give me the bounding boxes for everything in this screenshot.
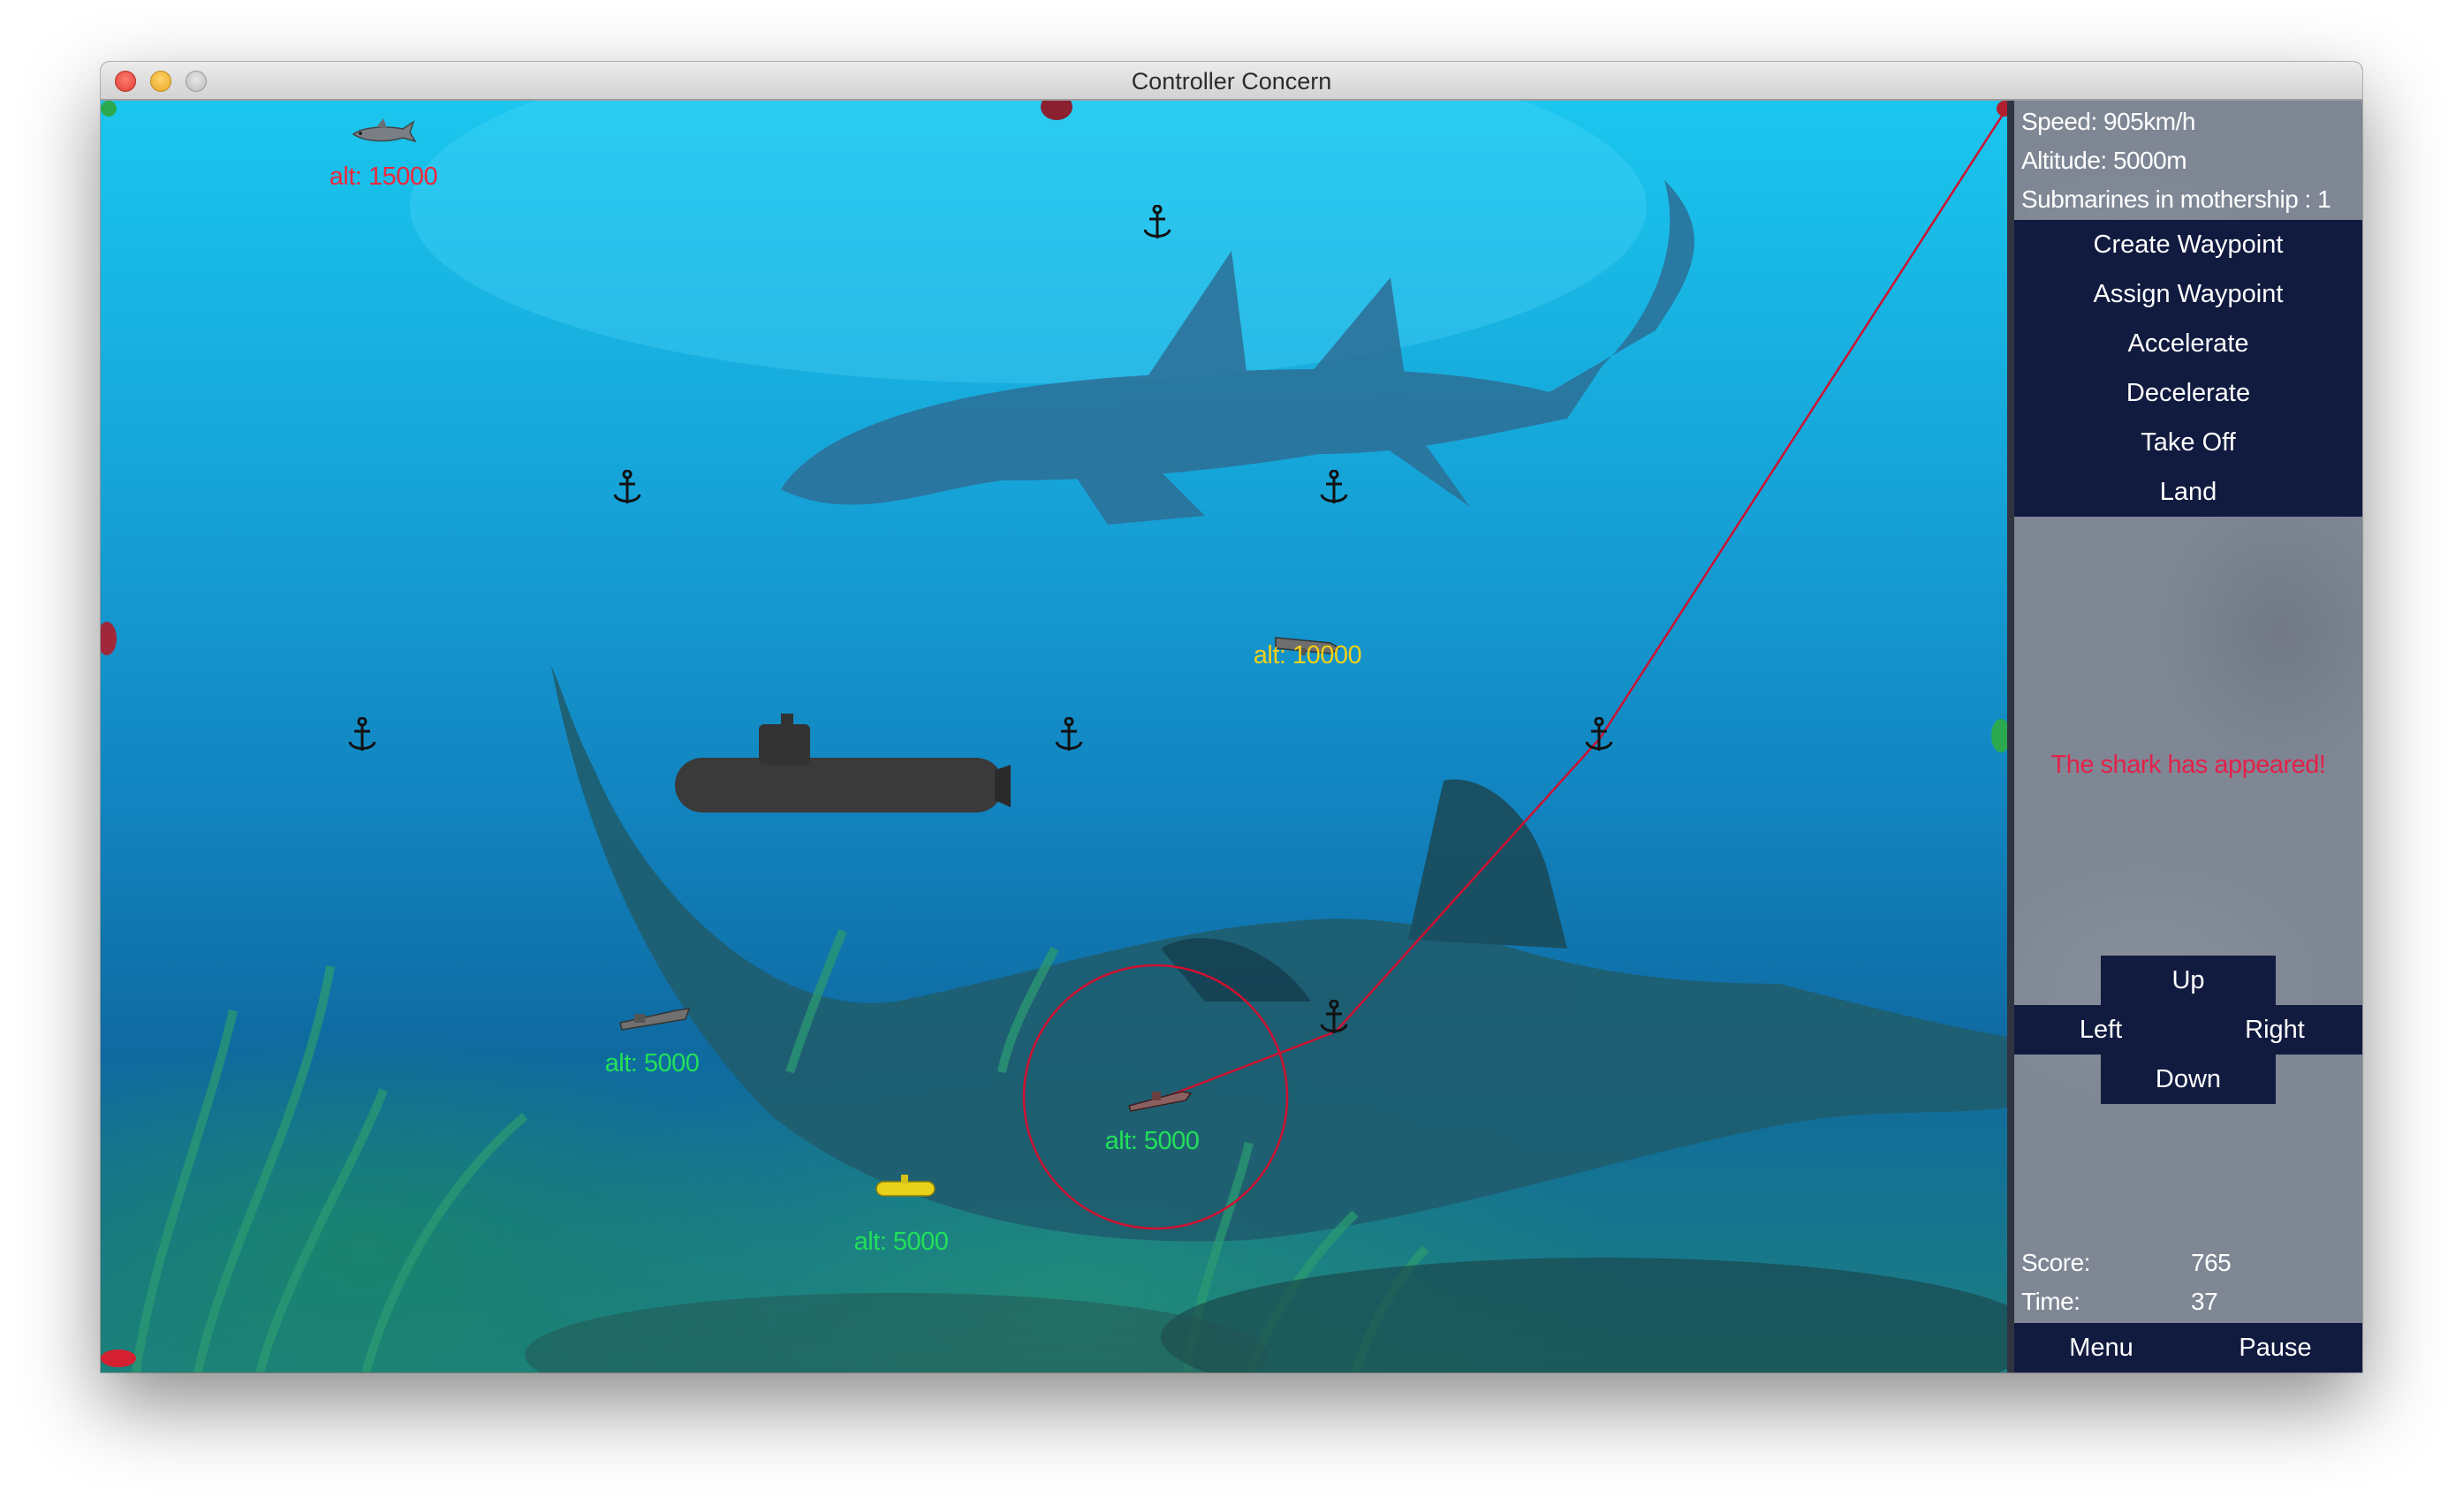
edge-marker: [101, 1349, 136, 1367]
edge-marker: [1997, 101, 2007, 117]
window-title: Controller Concern: [1131, 68, 1332, 94]
land-button[interactable]: Land: [2014, 467, 2362, 517]
bottom-bar: Menu Pause: [2014, 1323, 2362, 1372]
edge-marker: [1991, 719, 2007, 752]
up-button[interactable]: Up: [2101, 956, 2276, 1005]
unit-altitude-label: alt: 10000: [1253, 641, 1362, 669]
right-button[interactable]: Right: [2187, 1005, 2362, 1055]
selected-submarine-icon[interactable]: [1124, 1077, 1194, 1113]
unit-altitude-label: alt: 15000: [329, 163, 438, 191]
yellow-submarine-icon[interactable]: [873, 1171, 940, 1201]
pause-button[interactable]: Pause: [2188, 1323, 2362, 1372]
time-label: Time:: [2021, 1288, 2080, 1315]
unit-altitude-label: alt: 5000: [1104, 1127, 1200, 1155]
waypoint-anchor-icon[interactable]: [1318, 470, 1350, 507]
control-panel: Speed: 905km/h Altitude: 5000m Submarine…: [2007, 101, 2362, 1372]
game-area[interactable]: alt: 15000 alt: 10000 alt: 5000 alt: 500…: [101, 101, 2007, 1372]
left-button[interactable]: Left: [2014, 1005, 2187, 1055]
waypoint-anchor-icon[interactable]: [1053, 717, 1085, 754]
mothership-submarine[interactable]: [675, 714, 1011, 813]
waypoint-anchor-icon[interactable]: [1141, 205, 1173, 242]
accelerate-button[interactable]: Accelerate: [2014, 319, 2362, 368]
status-message: The shark has appeared!: [2050, 751, 2326, 779]
menu-button[interactable]: Menu: [2014, 1323, 2188, 1372]
decelerate-button[interactable]: Decelerate: [2014, 368, 2362, 418]
speed-readout: Speed: 905km/h: [2021, 108, 2195, 135]
shark-icon[interactable]: [350, 115, 417, 150]
altitude-readout: Altitude: 5000m: [2021, 147, 2187, 174]
submarines-readout: Submarines in mothership : 1: [2021, 185, 2331, 213]
command-menu: Create Waypoint Assign Waypoint Accelera…: [2014, 220, 2362, 517]
score-value: 765: [2191, 1249, 2232, 1276]
waypoint-anchor-icon[interactable]: [1583, 717, 1615, 754]
unit-altitude-label: alt: 5000: [604, 1049, 700, 1077]
score-label: Score:: [2021, 1249, 2090, 1276]
time-value: 37: [2191, 1288, 2218, 1315]
app-window: Controller Concern alt: 15000 alt: 10000…: [101, 62, 2362, 1372]
down-button[interactable]: Down: [2101, 1055, 2276, 1104]
waypoint-anchor-icon[interactable]: [346, 717, 378, 754]
unit-altitude-label: alt: 5000: [853, 1228, 949, 1256]
waypoint-anchor-icon[interactable]: [611, 470, 643, 507]
edge-marker: [101, 101, 117, 117]
assign-waypoint-button[interactable]: Assign Waypoint: [2014, 269, 2362, 319]
create-waypoint-button[interactable]: Create Waypoint: [2014, 220, 2362, 269]
gray-submarine-icon[interactable]: [615, 996, 693, 1035]
title-bar: Controller Concern: [101, 62, 2362, 101]
waypoint-anchor-icon[interactable]: [1318, 1000, 1350, 1037]
take-off-button[interactable]: Take Off: [2014, 418, 2362, 467]
